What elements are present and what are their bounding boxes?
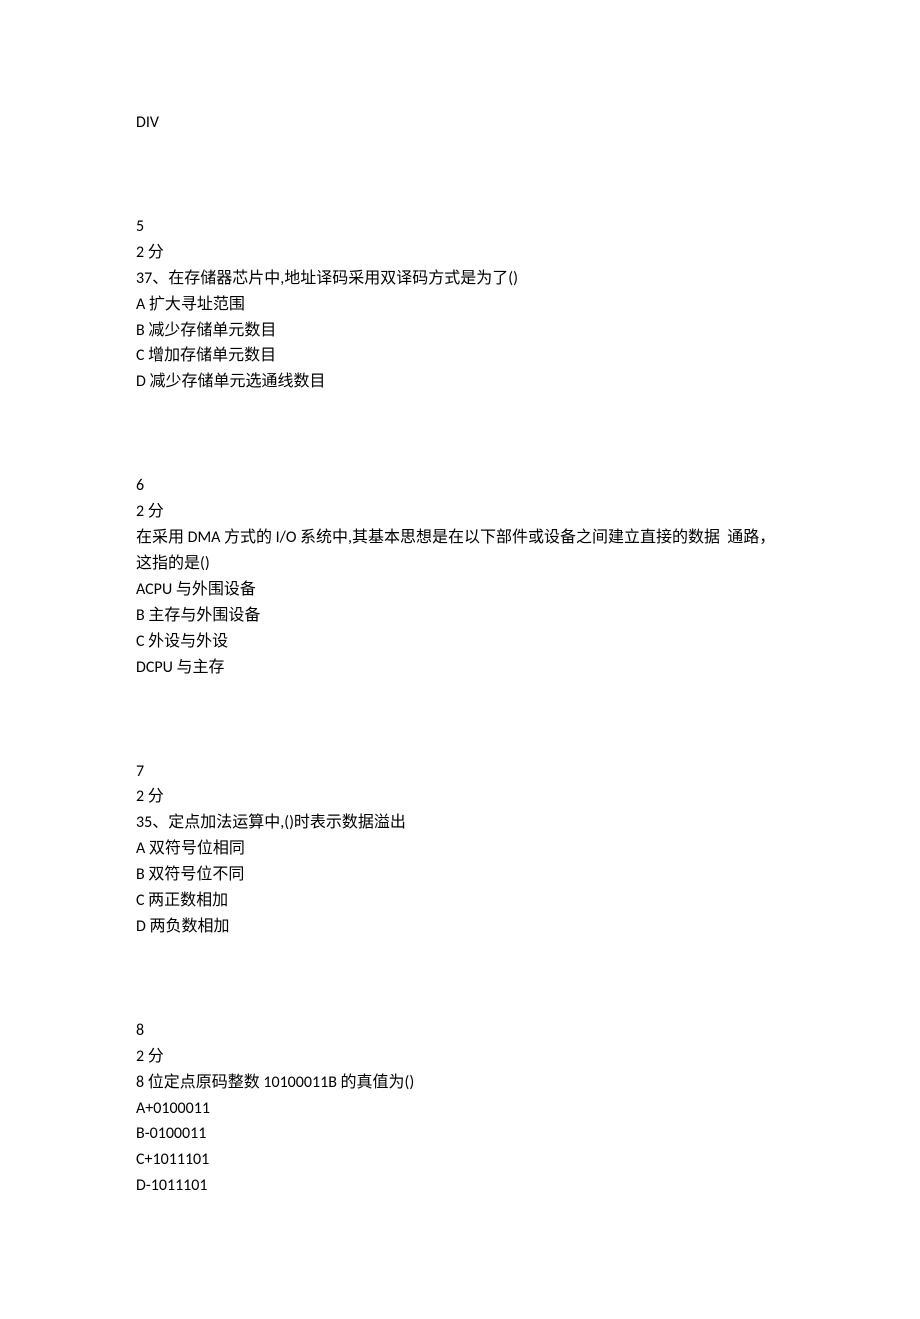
option-c: C 两正数相加 [136, 888, 790, 914]
question-number: 8 [136, 1018, 790, 1044]
question-number: 7 [136, 759, 790, 785]
question-7: 7 2 分 35、定点加法运算中,()时表示数据溢出 A 双符号位相同 B 双符… [136, 759, 790, 940]
option-a: A+0100011 [136, 1096, 790, 1122]
question-points: 2 分 [136, 784, 790, 810]
option-b: B 减少存储单元数目 [136, 318, 790, 344]
question-number: 6 [136, 473, 790, 499]
question-5: 5 2 分 37、在存储器芯片中,地址译码采用双译码方式是为了() A 扩大寻址… [136, 214, 790, 395]
option-d: D-1011101 [136, 1173, 790, 1199]
option-d: D 两负数相加 [136, 914, 790, 940]
question-number: 5 [136, 214, 790, 240]
option-c: C 外设与外设 [136, 629, 790, 655]
question-stem: 8 位定点原码整数 10100011B 的真值为() [136, 1070, 790, 1096]
page: DIV 5 2 分 37、在存储器芯片中,地址译码采用双译码方式是为了() A … [0, 0, 920, 1319]
header-div: DIV [136, 110, 790, 136]
option-b: B 主存与外围设备 [136, 603, 790, 629]
question-stem: 37、在存储器芯片中,地址译码采用双译码方式是为了() [136, 266, 790, 292]
question-points: 2 分 [136, 240, 790, 266]
option-a: A 扩大寻址范围 [136, 292, 790, 318]
question-stem-line1: 在采用 DMA 方式的 I/O 系统中,其基本思想是在以下部件或设备之间建立直接… [136, 525, 790, 551]
question-stem-line2: 这指的是() [136, 551, 790, 577]
question-8: 8 2 分 8 位定点原码整数 10100011B 的真值为() A+01000… [136, 1018, 790, 1199]
option-d: DCPU 与主存 [136, 655, 790, 681]
option-b: B-0100011 [136, 1121, 790, 1147]
question-stem: 35、定点加法运算中,()时表示数据溢出 [136, 810, 790, 836]
option-b: B 双符号位不同 [136, 862, 790, 888]
question-points: 2 分 [136, 1044, 790, 1070]
option-c: C 增加存储单元数目 [136, 343, 790, 369]
question-points: 2 分 [136, 499, 790, 525]
question-6: 6 2 分 在采用 DMA 方式的 I/O 系统中,其基本思想是在以下部件或设备… [136, 473, 790, 680]
option-a: A 双符号位相同 [136, 836, 790, 862]
option-c: C+1011101 [136, 1147, 790, 1173]
option-d: D 减少存储单元选通线数目 [136, 369, 790, 395]
option-a: ACPU 与外围设备 [136, 577, 790, 603]
